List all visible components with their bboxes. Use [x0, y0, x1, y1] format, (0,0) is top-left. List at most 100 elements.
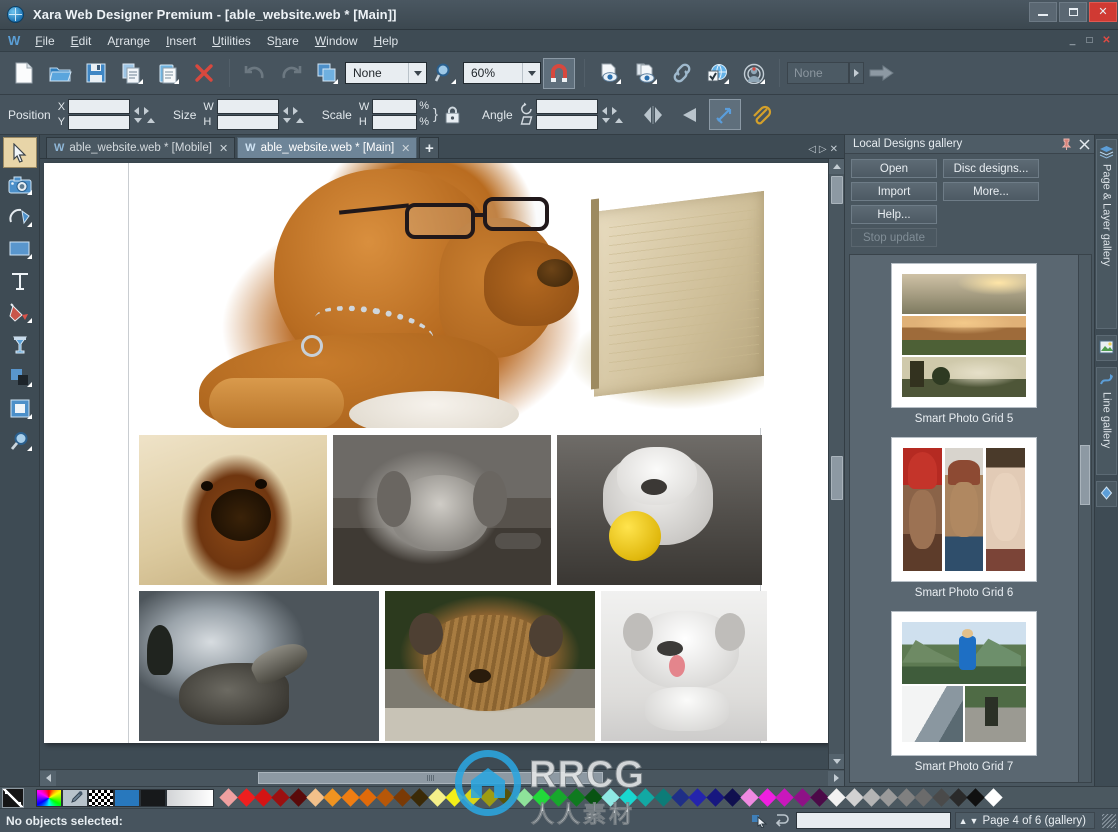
- color-swatch[interactable]: [272, 788, 290, 806]
- gallery-help-button[interactable]: Help...: [851, 205, 937, 224]
- open-document-button[interactable]: [44, 58, 76, 89]
- lock-aspect-button[interactable]: [440, 103, 464, 127]
- skew-input[interactable]: [536, 115, 598, 130]
- color-swatch[interactable]: [775, 788, 793, 806]
- position-y-increment[interactable]: [147, 118, 155, 123]
- canvas-horizontal-scrollbar[interactable]: [40, 769, 844, 786]
- new-document-button[interactable]: [8, 58, 40, 89]
- skew-increment[interactable]: [615, 118, 623, 123]
- position-y-decrement[interactable]: [134, 118, 142, 123]
- swatch-blue[interactable]: [114, 789, 140, 807]
- color-swatch[interactable]: [741, 788, 759, 806]
- snap-toggle-button[interactable]: [543, 58, 575, 89]
- angle-increment[interactable]: [612, 107, 617, 115]
- transparency-tool[interactable]: [3, 329, 37, 360]
- gallery-import-button[interactable]: Import: [851, 182, 937, 201]
- close-icon[interactable]: [1079, 139, 1090, 150]
- attach-button[interactable]: [745, 99, 777, 130]
- color-swatch[interactable]: [532, 788, 550, 806]
- position-x-decrement[interactable]: [134, 107, 139, 115]
- menu-insert[interactable]: Insert: [158, 32, 204, 50]
- zoom-level-dropdown[interactable]: 60%: [463, 62, 541, 84]
- hscroll-thumb[interactable]: [258, 772, 603, 784]
- color-swatch[interactable]: [758, 788, 776, 806]
- document-minimize-button[interactable]: _: [1064, 33, 1081, 48]
- line-gallery-tab[interactable]: Line gallery: [1096, 367, 1117, 475]
- no-color-swatch[interactable]: [2, 788, 24, 808]
- color-swatch[interactable]: [619, 788, 637, 806]
- size-h-decrement[interactable]: [283, 118, 291, 123]
- gallery-thumbnail[interactable]: [891, 263, 1037, 408]
- duplicate-button[interactable]: [311, 58, 343, 89]
- go-button[interactable]: [866, 58, 898, 89]
- color-swatch[interactable]: [480, 788, 498, 806]
- zoom-tool[interactable]: [3, 425, 37, 456]
- page-down-icon[interactable]: ▼: [970, 816, 979, 826]
- swatch-white[interactable]: [166, 789, 214, 807]
- snap-icon[interactable]: [773, 812, 792, 829]
- gallery-thumbnail[interactable]: [891, 611, 1037, 756]
- preview-page-button[interactable]: [594, 58, 626, 89]
- color-swatch[interactable]: [793, 788, 811, 806]
- color-swatch[interactable]: [497, 788, 515, 806]
- menu-file[interactable]: File: [27, 32, 62, 50]
- photo-white-bulldog[interactable]: [601, 591, 767, 741]
- color-swatch[interactable]: [358, 788, 376, 806]
- photo-bulldog-yellow-ball[interactable]: [557, 435, 762, 585]
- color-swatch[interactable]: [445, 788, 463, 806]
- tab-scroll-right-icon[interactable]: ▷: [819, 144, 827, 155]
- scroll-down-button[interactable]: [829, 754, 845, 769]
- gallery-scrollbar[interactable]: [1078, 255, 1091, 782]
- canvas[interactable]: [40, 159, 828, 769]
- undo-button[interactable]: [239, 58, 271, 89]
- color-swatch[interactable]: [289, 788, 307, 806]
- color-swatch[interactable]: [949, 788, 967, 806]
- arrange-button[interactable]: [709, 99, 741, 130]
- gallery-more-button[interactable]: More...: [943, 182, 1039, 201]
- color-swatch[interactable]: [706, 788, 724, 806]
- size-h-increment[interactable]: [296, 118, 304, 123]
- flip-horizontal-button[interactable]: [637, 99, 669, 130]
- color-swatch[interactable]: [567, 788, 585, 806]
- copy-button[interactable]: [116, 58, 148, 89]
- size-w-decrement[interactable]: [283, 107, 288, 115]
- color-swatch[interactable]: [984, 788, 1002, 806]
- zoom-tool-button[interactable]: [429, 58, 461, 89]
- gallery-scroll-thumb[interactable]: [1080, 445, 1090, 505]
- color-swatch[interactable]: [254, 788, 272, 806]
- color-swatch[interactable]: [306, 788, 324, 806]
- tab-close-all-icon[interactable]: ✕: [830, 144, 838, 155]
- angle-decrement[interactable]: [602, 107, 607, 115]
- menu-share[interactable]: Share: [259, 32, 307, 50]
- color-swatch[interactable]: [550, 788, 568, 806]
- size-width-input[interactable]: [217, 99, 279, 114]
- link-button[interactable]: [666, 58, 698, 89]
- photo-tool[interactable]: [3, 169, 37, 200]
- page-indicator-control[interactable]: ▲ ▼ Page 4 of 6 (gallery): [955, 812, 1095, 829]
- hero-photo[interactable]: [139, 163, 764, 428]
- transparent-checker-icon[interactable]: [88, 789, 114, 807]
- color-swatch[interactable]: [376, 788, 394, 806]
- skew-decrement[interactable]: [602, 118, 610, 123]
- close-button[interactable]: ✕: [1089, 2, 1117, 22]
- menu-help[interactable]: Help: [366, 32, 407, 50]
- color-swatch[interactable]: [515, 788, 533, 806]
- color-swatch[interactable]: [463, 788, 481, 806]
- size-w-increment[interactable]: [293, 107, 298, 115]
- gallery-thumbnail-list[interactable]: Smart Photo Grid 5: [849, 254, 1092, 783]
- color-swatch[interactable]: [845, 788, 863, 806]
- gallery-stop-update-button[interactable]: Stop update: [851, 228, 937, 247]
- tab-main[interactable]: W able_website.web * [Main] ✕: [237, 137, 417, 158]
- freehand-tool[interactable]: [3, 201, 37, 232]
- color-swatch[interactable]: [324, 788, 342, 806]
- minimize-button[interactable]: [1029, 2, 1057, 22]
- color-swatch[interactable]: [723, 788, 741, 806]
- color-swatch[interactable]: [393, 788, 411, 806]
- tab-close-icon[interactable]: ✕: [401, 142, 410, 155]
- color-wheel-icon[interactable]: [36, 789, 62, 807]
- scroll-right-button[interactable]: [828, 771, 844, 786]
- eyedropper-icon[interactable]: [62, 789, 88, 807]
- pin-icon[interactable]: [1061, 138, 1072, 150]
- gallery-item-smart-photo-grid-6[interactable]: Smart Photo Grid 6: [891, 437, 1037, 599]
- selector-tool[interactable]: [3, 137, 37, 168]
